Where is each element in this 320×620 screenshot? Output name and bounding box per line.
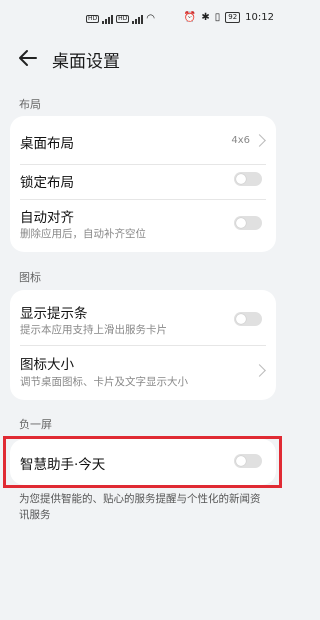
lock-layout-toggle[interactable]	[234, 172, 262, 186]
vibrate-icon: ▯	[214, 12, 221, 23]
status-bar: HD HD ◠ ⏰ ✱ ▯ 92 10:12	[0, 0, 286, 38]
show-hint-toggle[interactable]	[234, 312, 262, 326]
page-title: 桌面设置	[52, 52, 120, 72]
section-label-layout: 布局	[19, 98, 41, 111]
row-title: 锁定布局	[20, 175, 74, 191]
back-arrow-icon[interactable]	[16, 46, 40, 70]
icon-size-row[interactable]: 图标大小 调节桌面图标、卡片及文字显示大小	[10, 346, 276, 400]
hd-badge: HD	[116, 14, 130, 23]
row-subtitle: 删除应用后，自动补齐空位	[20, 228, 146, 240]
wifi-icon: ◠	[146, 13, 156, 24]
layout-card: 桌面布局 4x6 锁定布局 自动对齐 删除应用后，自动补齐空位	[10, 116, 276, 252]
clock: 10:12	[245, 12, 274, 23]
auto-align-row: 自动对齐 删除应用后，自动补齐空位	[10, 200, 276, 252]
row-title: 图标大小	[20, 357, 74, 373]
lock-layout-row: 锁定布局	[10, 164, 276, 204]
signal-icon	[132, 14, 144, 24]
hd-badge: HD	[86, 14, 100, 23]
desktop-layout-row[interactable]: 桌面布局 4x6	[10, 116, 276, 164]
battery-icon: 92	[225, 12, 241, 23]
row-title: 显示提示条	[20, 306, 88, 322]
bluetooth-icon: ✱	[201, 12, 210, 23]
section-label-minus-one: 负一屏	[19, 418, 52, 431]
icons-card: 显示提示条 提示本应用支持上滑出服务卡片 图标大小 调节桌面图标、卡片及文字显示…	[10, 290, 276, 400]
auto-align-toggle[interactable]	[234, 216, 262, 230]
signal-icon	[102, 14, 114, 24]
section-label-icons: 图标	[19, 271, 41, 284]
highlight-frame	[3, 436, 282, 488]
show-hint-row: 显示提示条 提示本应用支持上滑出服务卡片	[10, 290, 276, 344]
row-subtitle: 调节桌面图标、卡片及文字显示大小	[20, 376, 188, 388]
layout-value: 4x6	[231, 135, 250, 146]
minus-one-description: 为您提供智能的、贴心的服务提醒与个性化的新闻资讯服务	[19, 493, 261, 521]
alarm-icon: ⏰	[183, 12, 197, 23]
chevron-right-icon	[253, 364, 266, 377]
row-title: 桌面布局	[20, 136, 74, 152]
network-indicators: HD HD ◠	[86, 13, 155, 24]
row-title: 自动对齐	[20, 210, 74, 226]
chevron-right-icon	[253, 134, 266, 147]
header: 桌面设置	[0, 42, 286, 74]
status-right: ⏰ ✱ ▯ 92 10:12	[184, 12, 274, 23]
row-subtitle: 提示本应用支持上滑出服务卡片	[20, 324, 167, 336]
